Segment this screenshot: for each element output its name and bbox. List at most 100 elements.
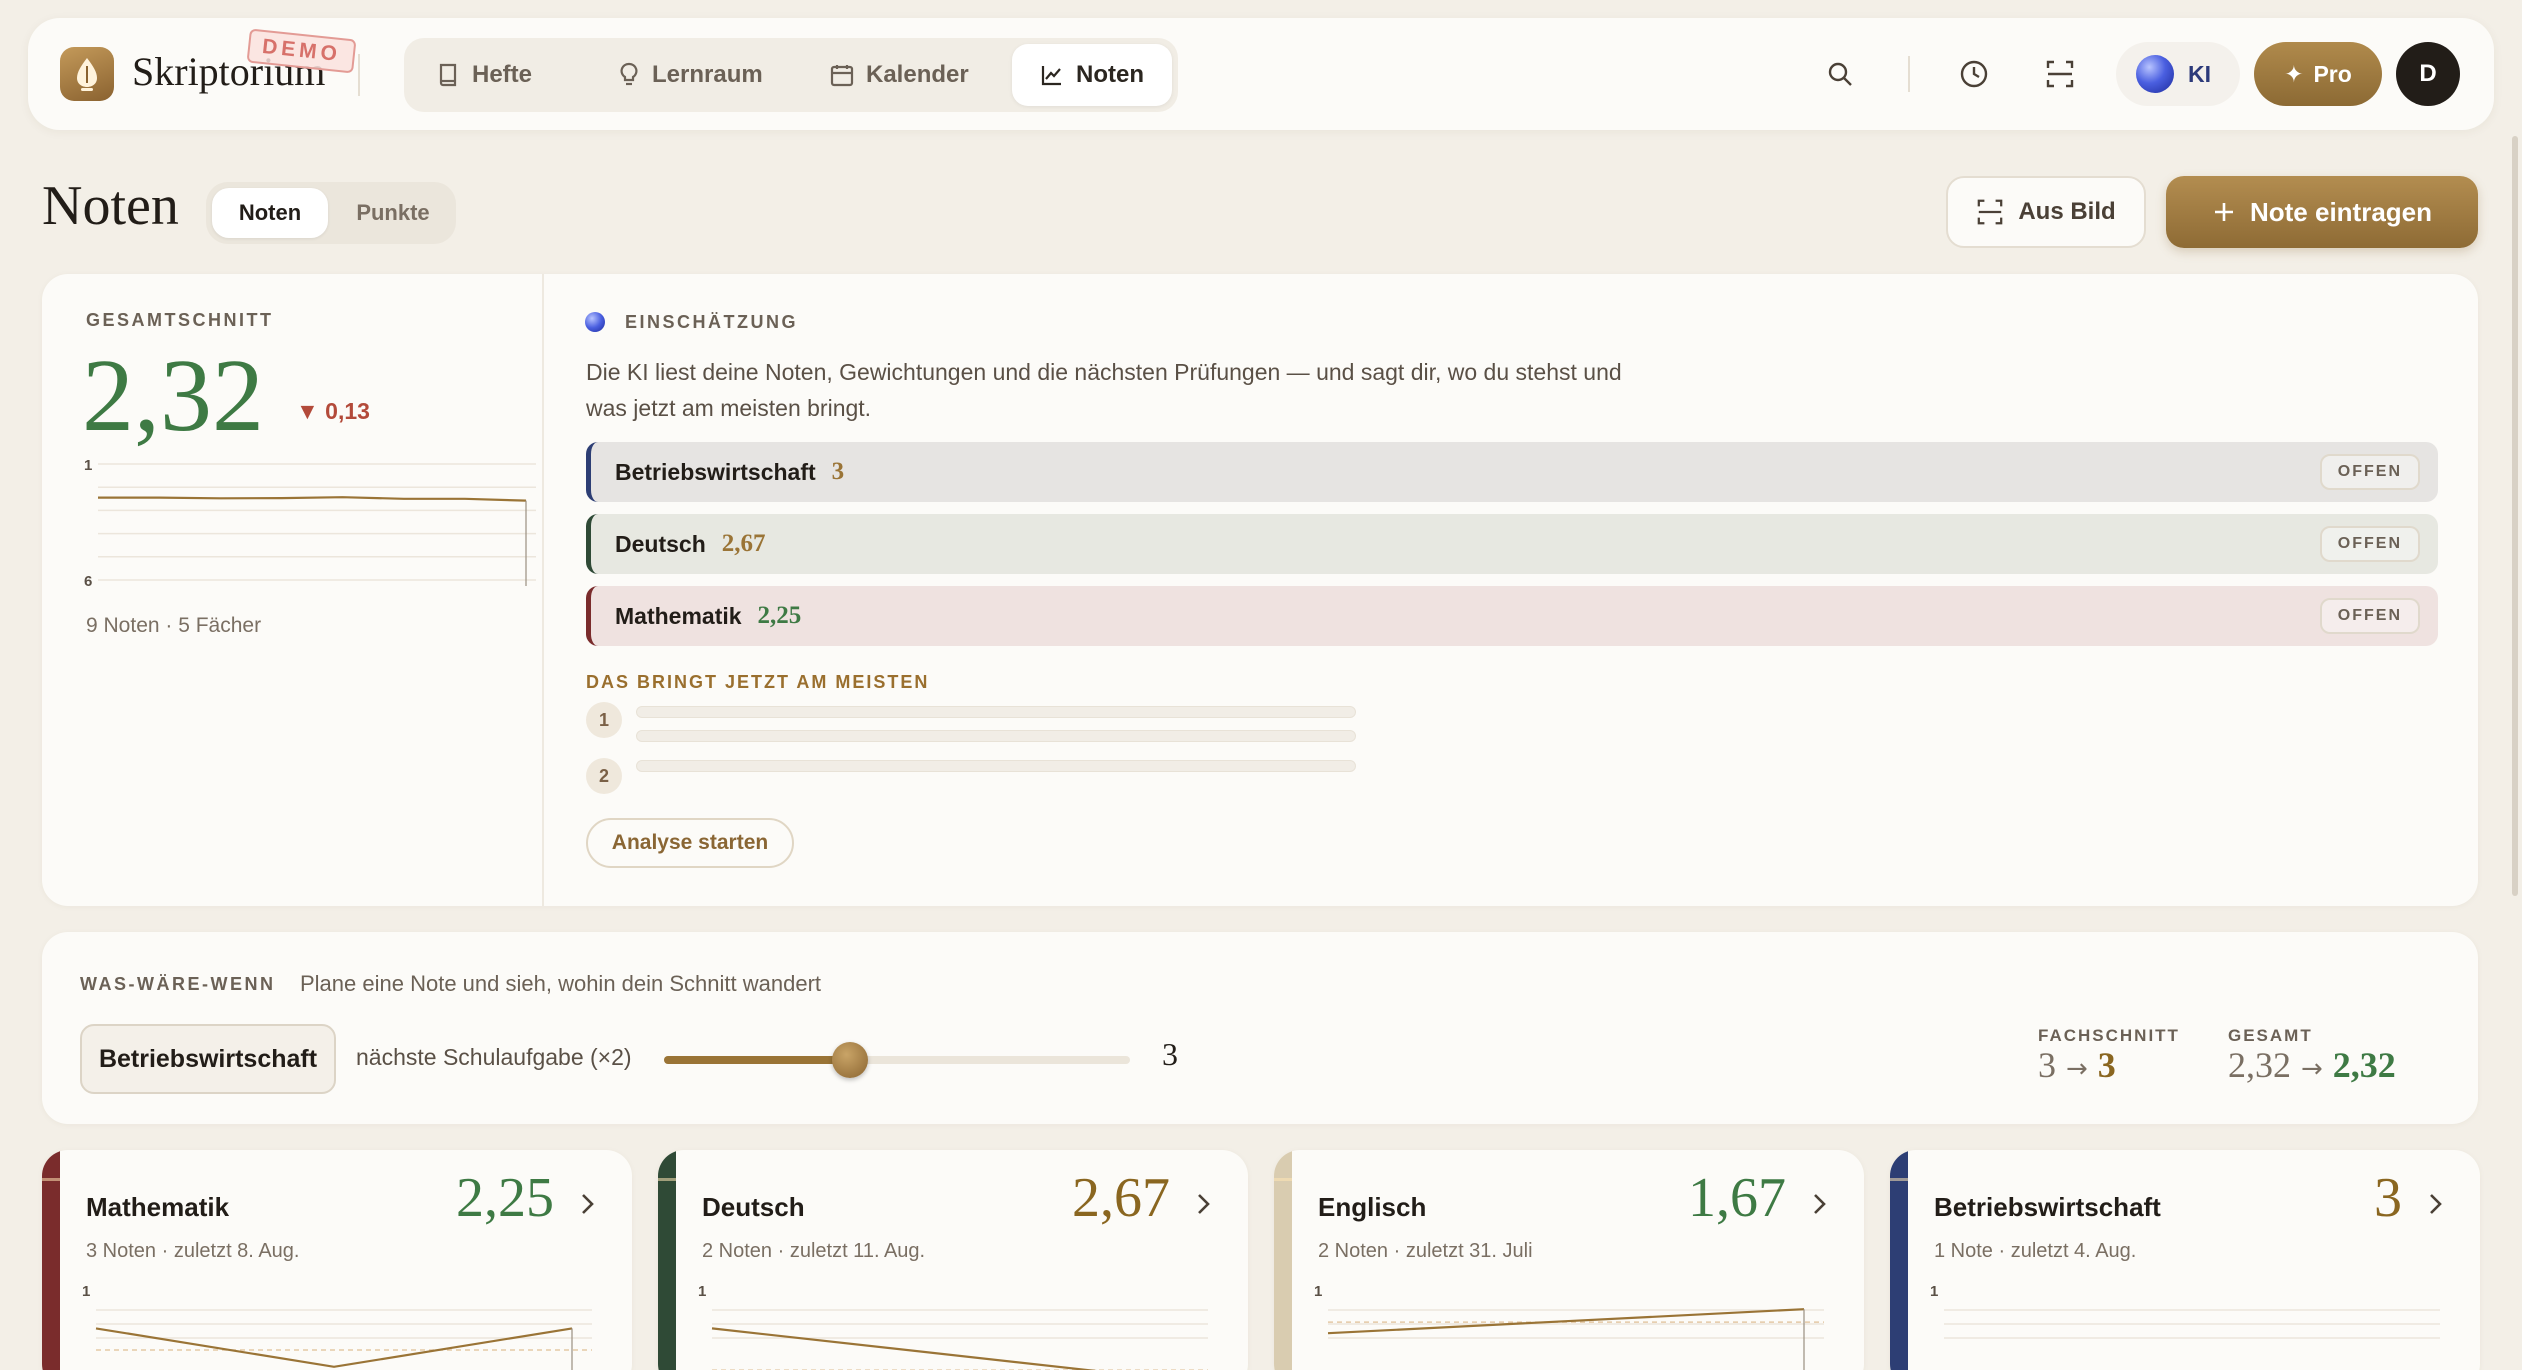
from-image-button[interactable]: Aus Bild bbox=[1946, 176, 2146, 248]
main-nav: Hefte Lernraum Kalender Noten bbox=[404, 38, 1178, 112]
axis-label-top: 1 bbox=[1314, 1283, 1322, 1300]
skeleton-line bbox=[636, 760, 1356, 772]
subject-meta: 1 Note · zuletzt 4. Aug. bbox=[1934, 1240, 2137, 1262]
axis-label-top: 1 bbox=[82, 1283, 90, 1300]
search-button[interactable] bbox=[1820, 54, 1860, 94]
page-title: Noten bbox=[42, 175, 179, 237]
card-divider bbox=[542, 274, 544, 906]
slider-handle[interactable] bbox=[832, 1042, 869, 1078]
trend-line bbox=[98, 496, 527, 502]
sparkle-icon: ✦ bbox=[2284, 60, 2304, 87]
nav-item-noten[interactable]: Noten bbox=[1012, 44, 1172, 106]
subject-name: Mathematik bbox=[615, 602, 742, 629]
subject-card[interactable]: Deutsch 2,67 2 Noten · zuletzt 11. Aug. 1 bbox=[658, 1150, 1248, 1370]
nav-item-hefte[interactable]: Hefte bbox=[408, 44, 560, 106]
pro-button[interactable]: ✦ Pro bbox=[2254, 42, 2382, 106]
view-toggle: Noten Punkte bbox=[206, 182, 456, 244]
subject-spine bbox=[1274, 1150, 1292, 1370]
subject-grade: 3 bbox=[2374, 1167, 2402, 1229]
lightbulb-icon bbox=[620, 62, 638, 86]
calendar-icon bbox=[830, 65, 854, 87]
subject-name: Deutsch bbox=[702, 1192, 805, 1222]
to-value: 2,32 bbox=[2332, 1045, 2396, 1085]
arrow-right-icon: → bbox=[2066, 1054, 2088, 1084]
subject-spine bbox=[42, 1150, 60, 1370]
nav-item-lernraum[interactable]: Lernraum bbox=[590, 44, 791, 106]
brand-divider bbox=[358, 54, 360, 96]
ki-button[interactable]: KI bbox=[2116, 42, 2240, 106]
chevron-right-icon[interactable] bbox=[2424, 1190, 2446, 1218]
assessment-label: EINSCHÄTZUNG bbox=[625, 312, 798, 332]
subject-grade: 2,25 bbox=[456, 1167, 554, 1229]
ki-label: KI bbox=[2188, 60, 2211, 87]
chart-line-icon bbox=[1041, 66, 1061, 86]
scrollbar[interactable] bbox=[2512, 136, 2518, 896]
subject-meta: 2 Noten · zuletzt 31. Juli bbox=[1318, 1240, 1533, 1262]
ki-orb-icon bbox=[2136, 55, 2174, 93]
add-grade-label: Note eintragen bbox=[2249, 196, 2433, 227]
what-if-card: WAS-WÄRE-WENN Plane eine Note und sieh, … bbox=[42, 932, 2478, 1124]
chevron-right-icon[interactable] bbox=[1808, 1190, 1830, 1218]
scan-button[interactable] bbox=[2040, 54, 2080, 94]
chevron-right-icon[interactable] bbox=[1192, 1190, 1214, 1218]
nav-label: Hefte bbox=[472, 61, 533, 88]
subject-card[interactable]: Mathematik 2,25 3 Noten · zuletzt 8. Aug. 1 bbox=[42, 1150, 632, 1370]
overall-average-value: 2,32 bbox=[82, 338, 264, 453]
subject-trend-chart: 1 bbox=[1930, 1283, 2440, 1339]
overall-trend-chart: 16 bbox=[84, 457, 536, 590]
logo-icon[interactable] bbox=[60, 47, 114, 101]
toggle-noten[interactable]: Noten bbox=[212, 188, 328, 238]
to-value: 3 bbox=[2097, 1045, 2116, 1085]
subject-meta: 2 Noten · zuletzt 11. Aug. bbox=[702, 1240, 926, 1262]
avatar[interactable]: D bbox=[2396, 42, 2460, 106]
axis-label-top: 1 bbox=[84, 457, 92, 474]
assessment-row-betriebswirtschaft[interactable]: Betriebswirtschaft 3 OFFEN bbox=[586, 442, 2438, 502]
history-button[interactable] bbox=[1954, 54, 1994, 94]
subject-trend-chart: 1 bbox=[698, 1283, 1208, 1370]
chevron-right-icon[interactable] bbox=[576, 1190, 598, 1218]
pro-label: Pro bbox=[2313, 60, 2352, 87]
trend-line bbox=[711, 1327, 1098, 1370]
assessment-text: Die KI liest deine Noten, Gewichtungen u… bbox=[586, 359, 1622, 421]
status-badge: OFFEN bbox=[2319, 598, 2420, 634]
subject-spine bbox=[1890, 1150, 1908, 1370]
overall-change: 2,32 → 2,32 bbox=[2228, 1044, 2396, 1086]
step-number: 2 bbox=[586, 758, 622, 794]
from-value: 3 bbox=[2038, 1045, 2056, 1085]
overall-average-delta: ▼ 0,13 bbox=[296, 398, 370, 424]
subject-name: Englisch bbox=[1318, 1192, 1427, 1222]
arrow-right-icon: → bbox=[2301, 1054, 2323, 1084]
nav-item-kalender[interactable]: Kalender bbox=[802, 44, 997, 106]
plus-icon bbox=[2214, 203, 2233, 221]
overall-average-label: GESAMTSCHNITT bbox=[86, 310, 274, 330]
what-if-subject-select[interactable]: Betriebswirtschaft bbox=[80, 1024, 336, 1094]
overall-meta: 9 Noten · 5 Fächer bbox=[86, 614, 262, 637]
grade-slider[interactable] bbox=[664, 1042, 1130, 1078]
subject-grade: 3 bbox=[831, 458, 845, 485]
add-grade-button[interactable]: Note eintragen bbox=[2166, 176, 2478, 248]
recommendation-label: DAS BRINGT JETZT AM MEISTEN bbox=[586, 672, 930, 692]
toggle-punkte[interactable]: Punkte bbox=[336, 188, 450, 238]
book-icon bbox=[439, 63, 457, 87]
what-if-exam-label: nächste Schulaufgabe (×2) bbox=[356, 1044, 632, 1070]
start-analysis-button[interactable]: Analyse starten bbox=[586, 818, 794, 868]
subject-card[interactable]: Betriebswirtschaft 3 1 Note · zuletzt 4. A… bbox=[1890, 1150, 2480, 1370]
status-badge: OFFEN bbox=[2319, 526, 2420, 562]
trend-line bbox=[95, 1327, 573, 1368]
nav-label: Kalender bbox=[866, 61, 969, 88]
topbar-divider bbox=[1908, 56, 1910, 92]
what-if-hint: Plane eine Note und sieh, wohin dein Sch… bbox=[300, 971, 822, 996]
subject-grade: 1,67 bbox=[1688, 1167, 1786, 1229]
top-bar: Skriptorium DEMO Hefte Lernraum Kalender bbox=[28, 18, 2494, 130]
assessment-row-deutsch[interactable]: Deutsch 2,67 OFFEN bbox=[586, 514, 2438, 574]
step-number: 1 bbox=[586, 702, 622, 738]
subject-name: Betriebswirtschaft bbox=[1934, 1192, 2161, 1222]
planned-grade-value: 3 bbox=[1162, 1036, 1178, 1072]
ki-orb-icon bbox=[585, 312, 605, 332]
axis-label-top: 1 bbox=[698, 1283, 706, 1300]
scan-icon bbox=[1978, 199, 2003, 225]
nav-label: Noten bbox=[1076, 61, 1144, 88]
assessment-row-mathematik[interactable]: Mathematik 2,25 OFFEN bbox=[586, 586, 2438, 646]
status-badge: OFFEN bbox=[2319, 454, 2420, 490]
subject-card[interactable]: Englisch 1,67 2 Noten · zuletzt 31. Juli 1 bbox=[1274, 1150, 1864, 1370]
